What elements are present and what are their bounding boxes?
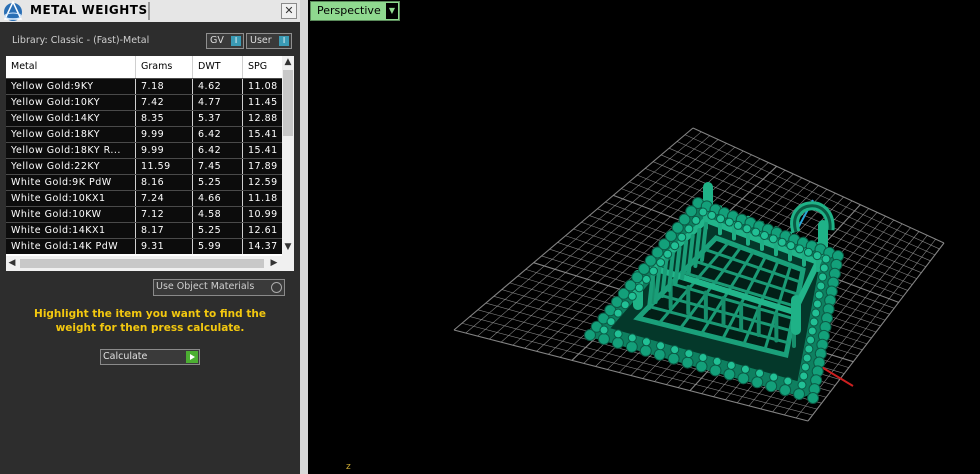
table-cell: 4.62	[193, 79, 243, 94]
table-cell: 4.58	[193, 207, 243, 222]
horizontal-scroll-thumb[interactable]	[20, 259, 264, 268]
table-row[interactable]: White Gold:10KW 7.12 4.58 10.99	[6, 206, 282, 222]
vertical-scrollbar[interactable]: ▲ ▼	[282, 56, 294, 256]
table-cell: White Gold:10KW	[6, 207, 136, 222]
table-row[interactable]: Yellow Gold:18KY 9.99 6.42 15.41	[6, 126, 282, 142]
table-cell: 4.77	[193, 95, 243, 110]
table-cell: 4.66	[193, 191, 243, 206]
table-cell: 15.41	[248, 145, 278, 156]
toggle-icon: I	[231, 36, 241, 46]
table-cell: 5.37	[193, 111, 243, 126]
table-cell: 8.35	[136, 111, 193, 126]
horizontal-scrollbar[interactable]: ◀ ▶	[6, 256, 282, 271]
table-body: Yellow Gold:9KY 7.18 4.62 11.08 Yellow Gold:…	[6, 78, 282, 310]
table-cell: 10.99	[248, 209, 278, 220]
table-row[interactable]: White Gold:14K PdW 9.31 5.99 14.37	[6, 238, 282, 254]
vertical-scroll-thumb[interactable]	[283, 70, 293, 136]
table-cell: 14.37	[248, 241, 278, 252]
table-cell: 7.18	[136, 79, 193, 94]
table-cell: 5.99	[193, 239, 243, 254]
table-row[interactable]: Yellow Gold:10KY 7.42 4.77 11.45	[6, 94, 282, 110]
table-cell: 6.42	[193, 127, 243, 142]
table-cell: White Gold:14K PdW	[6, 239, 136, 254]
table-row[interactable]: Yellow Gold:22KY 11.59 7.45 17.89	[6, 158, 282, 174]
user-toggle-label: User	[250, 35, 272, 46]
table-cell: 8.17	[136, 223, 193, 238]
table-cell: 11.45	[248, 97, 278, 108]
close-icon[interactable]: ✕	[281, 3, 297, 19]
play-icon	[186, 351, 198, 363]
user-toggle[interactable]: User I	[246, 33, 292, 49]
table-header: Metal Grams DWT SPG	[6, 56, 282, 78]
table-cell: 8.16	[136, 175, 193, 190]
scroll-right-icon[interactable]: ▶	[268, 258, 280, 268]
scrollbar-corner	[282, 256, 294, 271]
table-row[interactable]: White Gold:14KX1 8.17 5.25 12.61	[6, 222, 282, 238]
calculate-label: Calculate	[103, 351, 148, 362]
table-cell: 7.45	[193, 159, 243, 174]
table-cell: 7.24	[136, 191, 193, 206]
table-cell: 15.41	[248, 129, 278, 140]
3d-viewport[interactable]: Perspective ▼ z	[308, 0, 980, 474]
gv-toggle[interactable]: GV I	[206, 33, 244, 49]
viewport-scene	[453, 127, 945, 422]
table-cell: 11.08	[248, 81, 278, 92]
table-cell: Yellow Gold:18KY	[6, 127, 136, 142]
library-label: Library: Classic - (Fast)-Metal	[12, 35, 150, 46]
app-logo-icon	[3, 0, 23, 21]
column-header-grams[interactable]: Grams	[136, 56, 193, 78]
table-cell: 5.25	[193, 223, 243, 238]
table-cell: Yellow Gold:9KY	[6, 79, 136, 94]
perspective-label: Perspective	[317, 4, 381, 17]
scroll-down-icon[interactable]: ▼	[282, 242, 294, 252]
table-row[interactable]: White Gold:10KX1 7.24 4.66 11.18	[6, 190, 282, 206]
use-object-materials-label: Use Object Materials	[156, 281, 255, 292]
table-row[interactable]: Yellow Gold:14KY 8.35 5.37 12.88	[6, 110, 282, 126]
table-cell: Yellow Gold:14KY	[6, 111, 136, 126]
calculate-button[interactable]: Calculate	[100, 349, 200, 365]
table-cell: 11.59	[136, 159, 193, 174]
column-header-spg[interactable]: SPG	[243, 56, 282, 78]
metal-table: Metal Grams DWT SPG Yellow Gold:9KY 7.18 4…	[6, 56, 294, 271]
scroll-up-icon[interactable]: ▲	[282, 57, 294, 67]
table-cell: 6.42	[193, 143, 243, 158]
perspective-view-tab[interactable]: Perspective ▼	[310, 1, 400, 21]
table-row[interactable]: White Gold:9K PdW 8.16 5.25 12.59	[6, 174, 282, 190]
table-cell: 7.42	[136, 95, 193, 110]
table-cell: Yellow Gold:22KY	[6, 159, 136, 174]
table-cell: 11.18	[248, 193, 278, 204]
table-cell: White Gold:14KX1	[6, 223, 136, 238]
table-cell: 9.31	[136, 239, 193, 254]
axis-label-z: z	[346, 462, 351, 472]
table-cell: 12.61	[248, 225, 278, 236]
scroll-left-icon[interactable]: ◀	[6, 258, 18, 268]
table-cell: Yellow Gold:10KY	[6, 95, 136, 110]
column-header-metal[interactable]: Metal	[6, 56, 136, 78]
toggle-icon: I	[279, 36, 289, 46]
table-cell: White Gold:10KX1	[6, 191, 136, 206]
table-row[interactable]: Yellow Gold:18KY R... 9.99 6.42 15.41	[6, 142, 282, 158]
table-cell: 12.59	[248, 177, 278, 188]
table-row[interactable]: Yellow Gold:9KY 7.18 4.62 11.08	[6, 78, 282, 94]
table-cell: White Gold:9K PdW	[6, 175, 136, 190]
radio-icon	[271, 282, 282, 293]
table-cell: 5.25	[193, 175, 243, 190]
use-object-materials-toggle[interactable]: Use Object Materials	[153, 279, 285, 296]
instructions-text: Highlight the item you want to find the …	[34, 308, 266, 334]
table-cell: 17.89	[248, 161, 278, 172]
table-cell: 9.99	[136, 127, 193, 142]
title-separator	[148, 2, 150, 20]
panel-title: METAL WEIGHTS	[30, 3, 148, 17]
chevron-down-icon[interactable]: ▼	[386, 3, 398, 19]
table-cell: 7.12	[136, 207, 193, 222]
table-cell: 12.88	[248, 113, 278, 124]
table-cell: 9.99	[136, 143, 193, 158]
column-header-dwt[interactable]: DWT	[193, 56, 243, 78]
panel-titlebar: METAL WEIGHTS ✕	[0, 0, 300, 22]
metal-weights-panel: METAL WEIGHTS ✕ Library: Classic - (Fast…	[0, 0, 300, 474]
panel-divider[interactable]	[300, 0, 308, 474]
table-cell: Yellow Gold:18KY R...	[6, 143, 136, 158]
gv-toggle-label: GV	[210, 35, 224, 46]
